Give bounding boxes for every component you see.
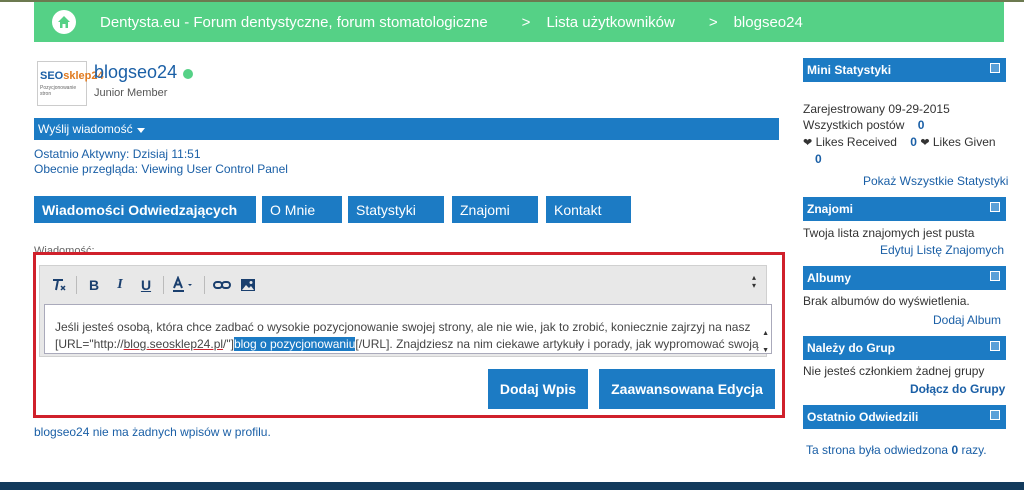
tab-contact[interactable]: Kontakt — [546, 196, 631, 223]
link-icon — [213, 281, 231, 289]
albums-empty-text: Brak albumów do wyświetlenia. — [803, 294, 970, 308]
collapse-icon[interactable] — [990, 202, 1000, 212]
breadcrumb-separator: > — [521, 13, 531, 31]
avatar-logo: SEOsklep24 — [40, 69, 104, 82]
chevron-down-icon — [136, 127, 145, 133]
editor-highlight-frame: B I U ▴ ▾ Jeśli jesteś osobą, która chce… — [33, 252, 785, 418]
footer-bar — [0, 482, 1024, 490]
heart-icon: ❤ — [803, 137, 813, 149]
textarea-scrollbar[interactable]: ▲ ▼ — [762, 325, 769, 353]
toolbar-divider — [76, 276, 77, 294]
editor: B I U ▴ ▾ Jeśli jesteś osobą, która chce… — [39, 265, 772, 357]
insert-link-button[interactable] — [209, 274, 235, 296]
username-text: blogseo24 — [94, 62, 178, 82]
tab-statistics[interactable]: Statystyki — [348, 196, 444, 223]
italic-icon: I — [117, 277, 123, 292]
collapse-icon[interactable] — [990, 271, 1000, 281]
italic-button[interactable]: I — [107, 274, 133, 296]
selected-text: blog o pozycjonowaniu — [233, 337, 356, 351]
collapse-icon[interactable] — [990, 410, 1000, 420]
breadcrumb-item-members[interactable]: Lista użytkowników — [546, 14, 674, 31]
bold-button[interactable]: B — [81, 274, 107, 296]
send-message-button[interactable]: Wyślij wiadomość — [34, 118, 779, 140]
home-button[interactable] — [52, 10, 76, 34]
currently-viewing: Obecnie przegląda: Viewing User Control … — [34, 162, 288, 176]
underline-icon: U — [140, 277, 152, 293]
online-status-icon — [183, 68, 194, 79]
user-title: Junior Member — [94, 87, 168, 99]
avatar: SEOsklep24 Pozycjonowanie stron — [37, 61, 104, 106]
underline-button[interactable]: U — [133, 274, 159, 296]
show-all-stats-link[interactable]: Pokaż Wszystkie Statystyki — [863, 174, 1008, 188]
collapse-icon[interactable] — [990, 341, 1000, 351]
groups-empty-text: Nie jesteś członkiem żadnej grupy — [803, 364, 985, 378]
bold-icon: B — [88, 277, 100, 293]
chevron-down-icon: ▾ — [751, 281, 756, 290]
heart-icon: ❤ — [920, 137, 930, 149]
registered-date: Zarejestrowany 09-29-2015 — [803, 102, 950, 116]
breadcrumb-item-forum[interactable]: Dentysta.eu - Forum dentystyczne, forum … — [100, 14, 488, 31]
breadcrumb-separator: > — [708, 13, 718, 31]
avatar-tagline: Pozycjonowanie stron — [40, 84, 77, 97]
send-message-label: Wyślij wiadomość — [38, 122, 133, 136]
likes-stats: ❤ Likes Received 0 ❤ Likes Given — [803, 135, 996, 149]
username: blogseo24 — [94, 62, 194, 83]
collapse-icon[interactable] — [990, 63, 1000, 73]
sidebar-groups-header: Należy do Grup — [803, 336, 1006, 360]
last-active: Ostatnio Aktywny: Dzisiaj 11:51 — [34, 147, 201, 161]
advanced-edit-button[interactable]: Zaawansowana Edycja — [599, 369, 775, 409]
add-post-button[interactable]: Dodaj Wpis — [488, 369, 588, 409]
add-album-link[interactable]: Dodaj Album — [933, 313, 1001, 327]
breadcrumb-item-current: blogseo24 — [733, 13, 803, 31]
insert-image-button[interactable] — [235, 274, 261, 296]
friends-empty-text: Twoja lista znajomych jest pusta — [803, 226, 975, 240]
remove-format-button[interactable] — [46, 274, 72, 296]
sidebar-visitors-header: Ostatnio Odwiedzili — [803, 405, 1006, 429]
toolbar-divider — [163, 276, 164, 294]
sidebar-friends-header: Znajomi — [803, 197, 1006, 221]
image-icon — [241, 279, 255, 291]
text-color-icon — [173, 276, 192, 292]
total-posts: Wszystkich postów 0 — [803, 118, 925, 132]
tab-visitor-messages[interactable]: Wiadomości Odwiedzających — [34, 196, 256, 223]
likes-given-value: 0 — [815, 152, 822, 166]
remove-format-icon — [53, 279, 66, 291]
join-group-link[interactable]: Dołącz do Grupy — [910, 382, 1005, 396]
tab-about-me[interactable]: O Mnie — [262, 196, 342, 223]
home-icon — [58, 16, 70, 28]
text-color-button[interactable] — [168, 274, 200, 296]
breadcrumb: Dentysta.eu - Forum dentystyczne, forum … — [34, 2, 1004, 42]
edit-friends-link[interactable]: Edytuj Listę Znajomych — [880, 243, 1004, 257]
sidebar-mini-stats-header: Mini Statystyki — [803, 58, 1006, 82]
no-posts-message: blogseo24 nie ma żadnych wpisów w profil… — [34, 425, 271, 439]
editor-toolbar: B I U — [46, 274, 261, 296]
visitor-count-text: Ta strona była odwiedzona 0 razy. — [806, 443, 987, 457]
toolbar-divider — [204, 276, 205, 294]
sidebar-albums-header: Albumy — [803, 266, 1006, 290]
editor-resize-control[interactable]: ▴ ▾ — [750, 274, 758, 290]
message-textarea[interactable]: Jeśli jesteś osobą, która chce zadbać o … — [44, 304, 772, 354]
tab-friends[interactable]: Znajomi — [452, 196, 538, 223]
